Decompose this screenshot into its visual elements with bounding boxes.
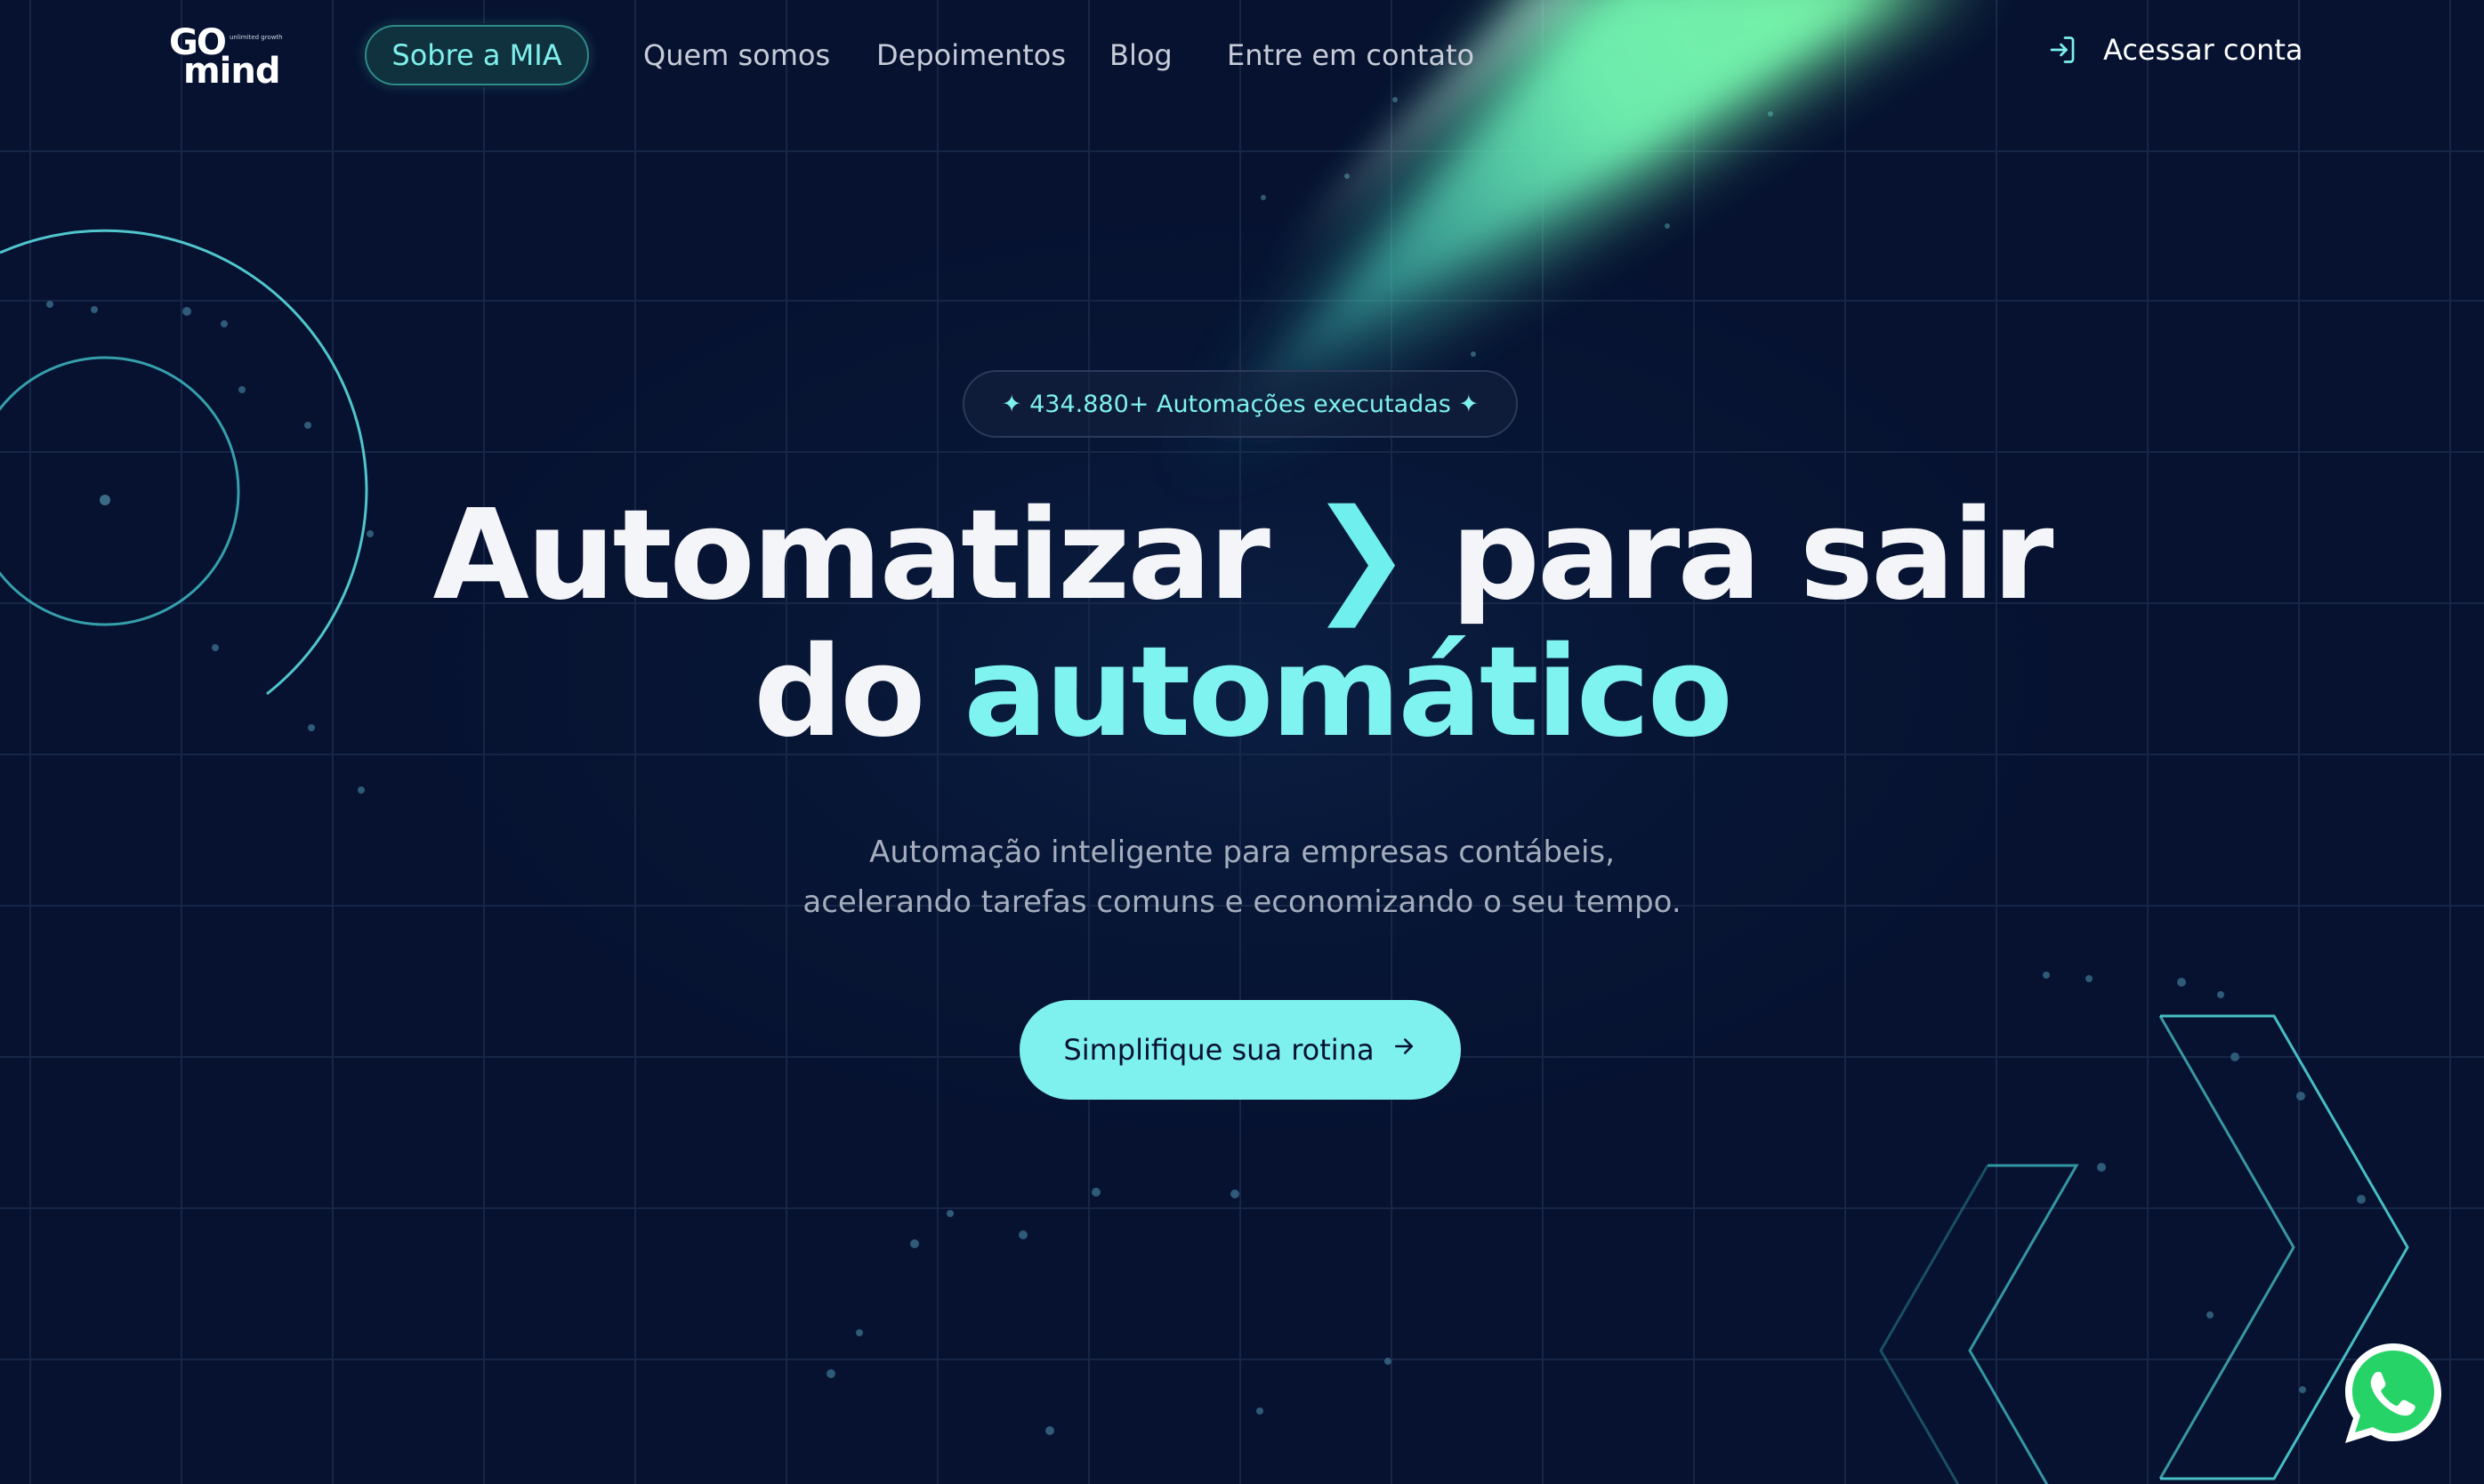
nav-depoimentos[interactable]: Depoimentos [876, 36, 1066, 75]
chevron-right-icon: ❯ [1308, 483, 1413, 628]
whatsapp-icon [2345, 1343, 2441, 1443]
subtitle-line-2: acelerando tarefas comuns e economizando… [802, 884, 1682, 920]
simplifique-cta-button[interactable]: Simplifique sua rotina [1020, 1000, 1461, 1100]
headline-para-sair: para sair [1450, 483, 2054, 628]
nav-sobre-a-mia[interactable]: Sobre a MIA [365, 25, 589, 85]
headline-line-1: Automatizar ❯ para sair [0, 488, 2484, 625]
top-navigation: GO unlimited growth mind Sobre a MIA Que… [0, 0, 2484, 116]
automations-badge: ✦ 434.880+ Automações executadas ✦ [963, 370, 1518, 438]
arrow-right-icon [1391, 1033, 1417, 1067]
headline-line-2: do automático [0, 625, 2484, 762]
nav-sobre-a-mia-label: Sobre a MIA [391, 38, 562, 72]
gomind-logo[interactable]: GO unlimited growth mind [165, 25, 290, 89]
nav-quem-somos[interactable]: Quem somos [643, 36, 830, 75]
login-button[interactable]: Acessar conta [2046, 30, 2303, 69]
login-label: Acessar conta [2103, 33, 2303, 67]
headline-do: do [754, 620, 925, 765]
headline-word-automatizar: Automatizar [432, 483, 1270, 628]
subtitle-line-1: Automação inteligente para empresas cont… [869, 835, 1615, 870]
automations-badge-text: ✦ 434.880+ Automações executadas ✦ [1001, 390, 1480, 418]
nav-entre-em-contato[interactable]: Entre em contato [1227, 36, 1474, 75]
landing-page: GO unlimited growth mind Sobre a MIA Que… [0, 0, 2484, 1484]
login-icon [2046, 34, 2078, 66]
cta-label: Simplifique sua rotina [1063, 1033, 1375, 1067]
whatsapp-float-button[interactable] [2338, 1338, 2448, 1448]
nav-blog[interactable]: Blog [1109, 36, 1173, 75]
headline-accent-automatico: automático [964, 620, 1733, 765]
logo-mind-text: mind [183, 51, 280, 92]
hero-headline: Automatizar ❯ para sair do automático [0, 488, 2484, 762]
hero-subtitle: Automação inteligente para empresas cont… [0, 827, 2484, 927]
decorative-chevrons [1879, 1014, 2409, 1484]
logo-tagline: unlimited growth [230, 34, 283, 41]
